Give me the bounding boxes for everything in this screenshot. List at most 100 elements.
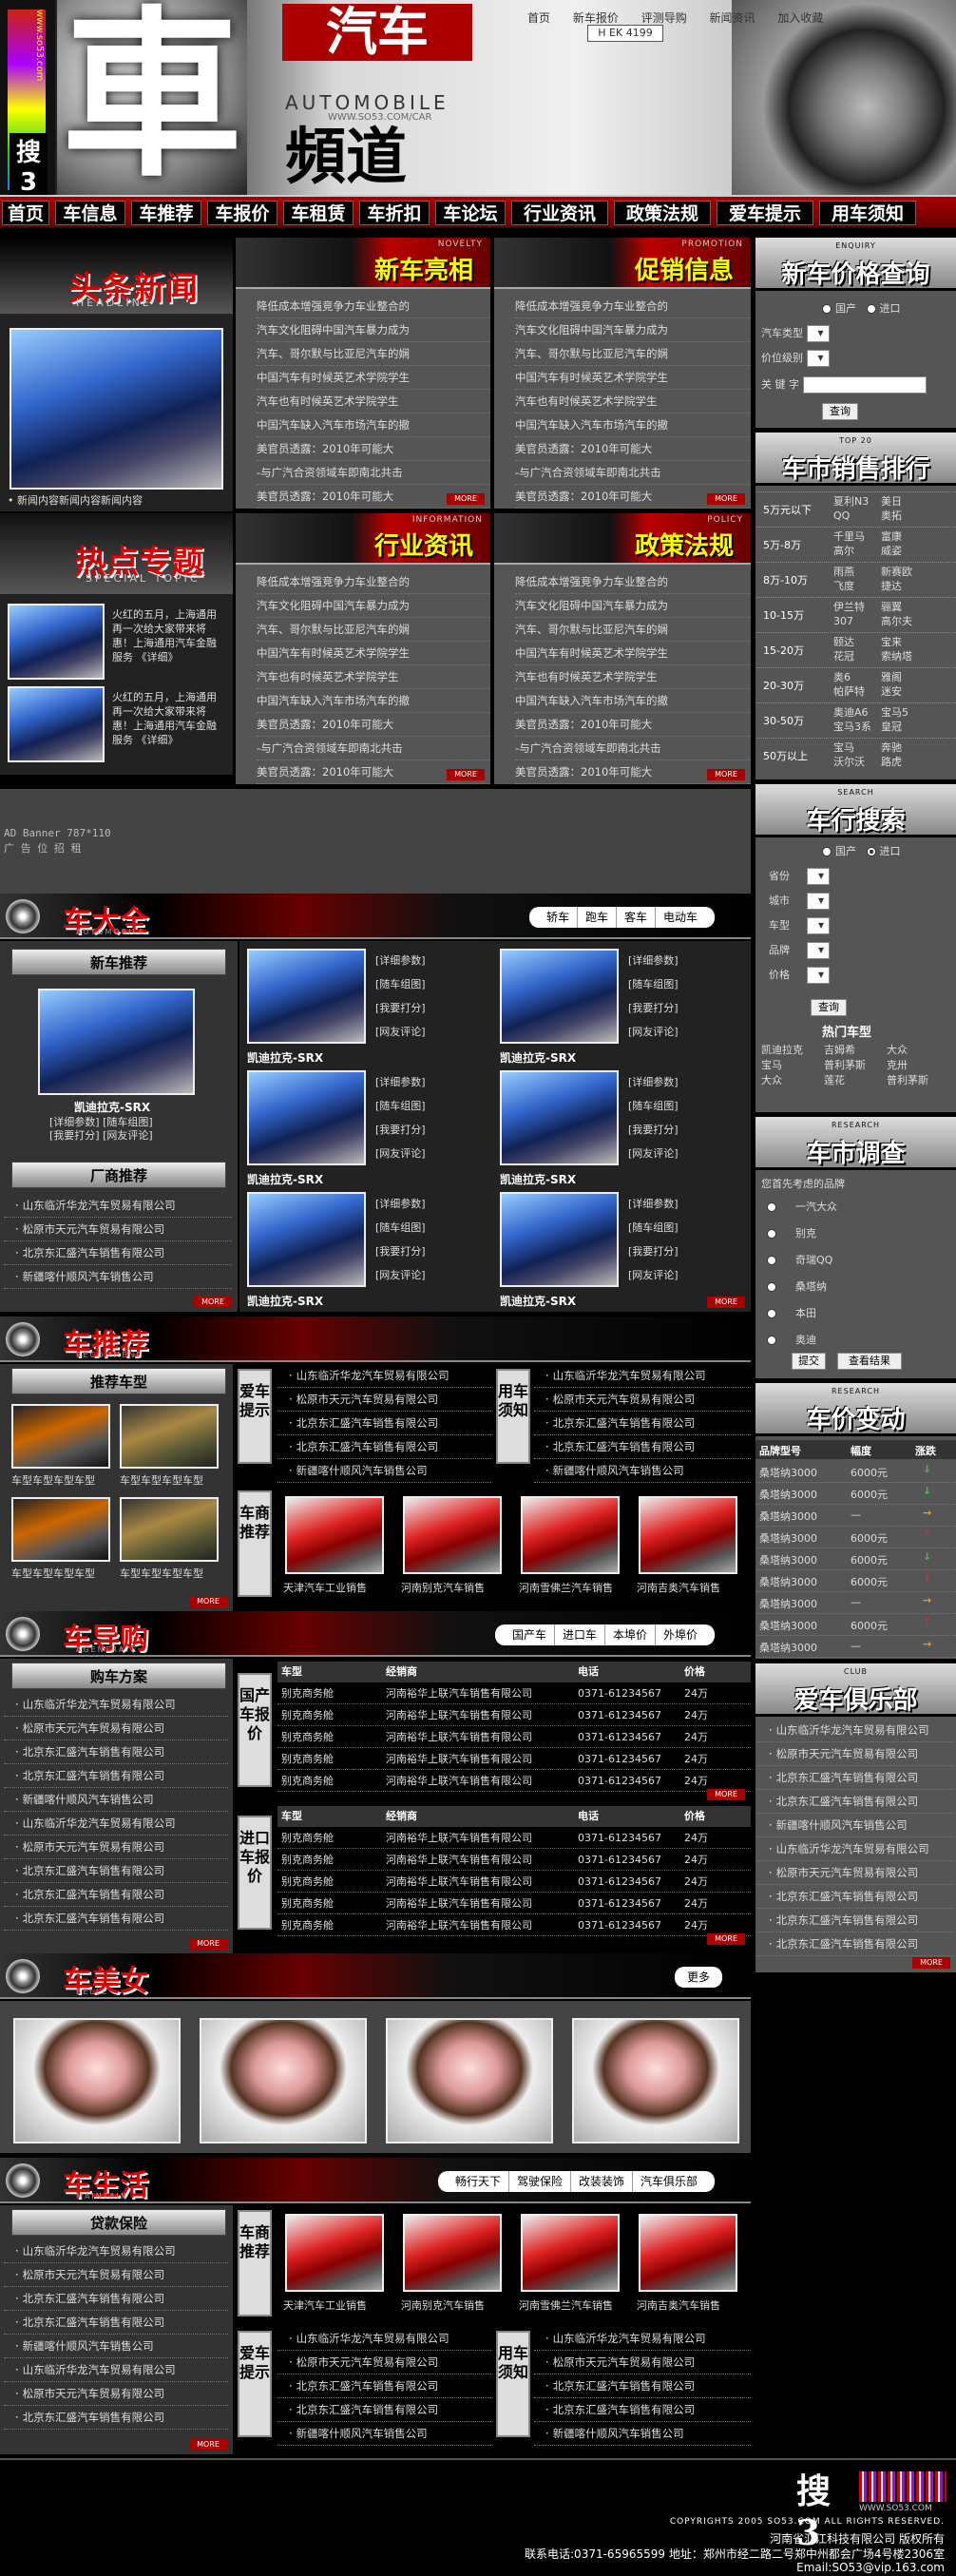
top-link[interactable]: 首页 — [527, 11, 550, 25]
ranked-car[interactable]: 宝来 — [881, 635, 902, 649]
car-link[interactable]: [随车组图] — [628, 972, 742, 996]
plan-item[interactable]: 北京东汇盛汽车销售有限公司 — [4, 1764, 228, 1788]
car-name[interactable]: 凯迪拉克-SRX — [500, 1293, 576, 1309]
nav-forum[interactable]: 车论坛 — [435, 201, 506, 225]
car-name[interactable]: 凯迪拉克-SRX — [247, 1293, 323, 1309]
tip-item[interactable]: 松原市天元汽车贸易有限公司 — [277, 2351, 491, 2374]
belle-photo[interactable] — [572, 2018, 739, 2143]
car-link[interactable]: [网友评论] — [375, 1020, 489, 1044]
ranked-car[interactable]: 飞度 — [833, 579, 854, 593]
car-card[interactable]: [详细参数] [随车组图] [我要打分] [网友评论] 凯迪拉克-SRX — [247, 949, 496, 1070]
radio-imported[interactable] — [866, 304, 876, 314]
nav-tips[interactable]: 爱车提示 — [717, 201, 813, 225]
news-item[interactable]: 汽车也有时候英艺术学院学生 — [515, 665, 751, 689]
ranked-car[interactable]: 高尔 — [833, 544, 854, 558]
ranked-car[interactable]: 花冠 — [833, 649, 854, 663]
tip-item[interactable]: 北京东汇盛汽车销售有限公司 — [277, 2398, 491, 2422]
hot-model[interactable]: 凯迪拉克 — [761, 1043, 824, 1058]
ranked-car[interactable]: 美日 — [881, 494, 902, 509]
ranked-car[interactable]: 捷达 — [881, 579, 902, 593]
car-card[interactable]: [详细参数] [随车组图] [我要打分] [网友评论] 凯迪拉克-SRX — [247, 1192, 496, 1314]
car-link[interactable]: [随车组图] — [375, 1094, 489, 1118]
news-item[interactable]: 降低成本增强竞争力车业整合的 — [515, 570, 751, 594]
nav-recommend[interactable]: 车推荐 — [131, 201, 201, 225]
model-select[interactable] — [807, 917, 830, 934]
ranked-car[interactable]: 宝马3系 — [833, 720, 871, 734]
radio-button[interactable] — [767, 1336, 776, 1345]
car-photo[interactable] — [500, 949, 619, 1044]
hot-text[interactable]: 火红的五月，上海通用再一次给大家带来将惠！上海通用汽车金融服务 《详细》 — [112, 607, 226, 664]
dealer-card[interactable]: 河南雪佛兰汽车销售 — [517, 2214, 629, 2320]
ranked-car[interactable]: 骊翼 — [881, 600, 902, 614]
plan-item[interactable]: 松原市天元汽车贸易有限公司 — [4, 1836, 228, 1859]
radio-imported[interactable] — [866, 847, 876, 856]
plan-item[interactable]: 北京东汇盛汽车销售有限公司 — [4, 1859, 228, 1883]
car-link[interactable]: [详细参数] — [375, 949, 489, 972]
ranked-car[interactable]: 奥拓 — [881, 509, 902, 523]
dealer-car-photo[interactable] — [403, 1496, 502, 1574]
car-link[interactable]: [随车组图] — [375, 1216, 489, 1240]
news-item[interactable]: 中国汽车缺入汽车市场汽车的撤 — [515, 413, 751, 437]
survey-results[interactable]: 查看结果 — [837, 1353, 902, 1370]
dealer-car-photo[interactable] — [639, 1496, 737, 1574]
more-button[interactable]: MORE — [189, 1938, 227, 1950]
dealer-card[interactable]: 河南雪佛兰汽车销售 — [517, 1496, 629, 1603]
model[interactable]: 桑塔纳3000 — [759, 1530, 817, 1546]
survey-option[interactable]: 奇瑞QQ — [767, 1252, 832, 1267]
car-card[interactable]: [详细参数] [随车组图] [我要打分] [网友评论] 凯迪拉克-SRX — [500, 1070, 749, 1192]
tab-bus[interactable]: 客车 — [617, 907, 656, 928]
ranked-car[interactable]: 奥迪A6 — [833, 705, 869, 720]
tab-modify[interactable]: 改装装饰 — [571, 2171, 633, 2192]
ranked-car[interactable]: 索纳塔 — [881, 649, 912, 663]
radio-button[interactable] — [767, 1309, 776, 1318]
news-item[interactable]: 汽车文化阻碍中国汽车暴力成为 — [257, 318, 490, 342]
dealer-name[interactable]: 河南雪佛兰汽车销售 — [519, 1580, 613, 1595]
hot-model[interactable]: 普利茅斯 — [887, 1073, 944, 1088]
tip-item[interactable]: 新疆喀什顺风汽车销售公司 — [277, 1459, 491, 1483]
site-logo[interactable]: 搜3 — [10, 133, 48, 197]
hot-model[interactable]: 大众 — [887, 1043, 944, 1058]
model-label[interactable]: 车型车型车型车型 — [120, 1566, 203, 1581]
tip-item[interactable]: 山东临沂华龙汽车贸易有限公司 — [534, 2327, 751, 2351]
news-item[interactable]: 降低成本增强竞争力车业整合的 — [257, 570, 490, 594]
car-link[interactable]: [我要打分] — [628, 1118, 742, 1142]
news-item[interactable]: -与广汽合资领域车即南北共击 — [515, 461, 751, 485]
ranked-car[interactable]: 颐达 — [833, 635, 854, 649]
ranked-car[interactable]: 沃尔沃 — [833, 755, 865, 769]
ranked-car[interactable]: 威姿 — [881, 544, 902, 558]
ranked-car[interactable]: 雅阁 — [881, 670, 902, 684]
link-comments[interactable]: [网友评论] — [103, 1129, 153, 1142]
nav-home[interactable]: 首页 — [2, 201, 49, 225]
model[interactable]: 桑塔纳3000 — [759, 1509, 817, 1524]
tip-item[interactable]: 山东临沂华龙汽车贸易有限公司 — [277, 1364, 491, 1388]
car-photo[interactable] — [247, 1192, 366, 1287]
nav-guide[interactable]: 用车须知 — [819, 201, 916, 225]
top-link[interactable]: 新车报价 — [573, 11, 619, 25]
featured-car-photo[interactable] — [38, 989, 195, 1095]
tip-item[interactable]: 山东临沂华龙汽车贸易有限公司 — [277, 2327, 491, 2351]
tip-item[interactable]: 北京东汇盛汽车销售有限公司 — [277, 2374, 491, 2398]
model-photo[interactable] — [120, 1497, 219, 1562]
tip-item[interactable]: 新疆喀什顺风汽车销售公司 — [534, 2422, 751, 2446]
headline-photo[interactable] — [10, 328, 223, 490]
news-item[interactable]: -与广汽合资领域车即南北共击 — [515, 737, 751, 760]
top-link[interactable]: 新闻资讯 — [710, 11, 755, 25]
dealer-car-photo[interactable] — [521, 2214, 620, 2292]
ranked-car[interactable]: 宝马 — [833, 740, 854, 755]
car-name[interactable]: 凯迪拉克-SRX — [247, 1049, 323, 1066]
club-item[interactable]: 山东临沂华龙汽车贸易有限公司 — [757, 1719, 954, 1742]
news-item[interactable]: 美官员透露：2010年可能大 — [257, 713, 490, 737]
car-link[interactable]: [详细参数] — [375, 1070, 489, 1094]
more-button[interactable]: MORE — [189, 2439, 227, 2451]
model[interactable]: 桑塔纳3000 — [759, 1618, 817, 1633]
hot-model[interactable]: 大众 — [761, 1073, 824, 1088]
dealer-car-photo[interactable] — [403, 2214, 502, 2292]
table-row[interactable]: 别克商务舱 河南裕华上联汽车销售有限公司 0371-61234567 24万 — [277, 1704, 751, 1726]
table-row[interactable]: 别克商务舱 河南裕华上联汽车销售有限公司 0371-61234567 24万 — [277, 1726, 751, 1748]
car-link[interactable]: [网友评论] — [628, 1142, 742, 1165]
news-item[interactable]: 汽车也有时候英艺术学院学生 — [257, 390, 490, 413]
plan-item[interactable]: 山东临沂华龙汽车贸易有限公司 — [4, 1812, 228, 1836]
loan-item[interactable]: 松原市天元汽车贸易有限公司 — [4, 2382, 228, 2406]
enquiry-button[interactable]: 查询 — [822, 403, 858, 420]
news-item[interactable]: 降低成本增强竞争力车业整合的 — [515, 295, 751, 318]
